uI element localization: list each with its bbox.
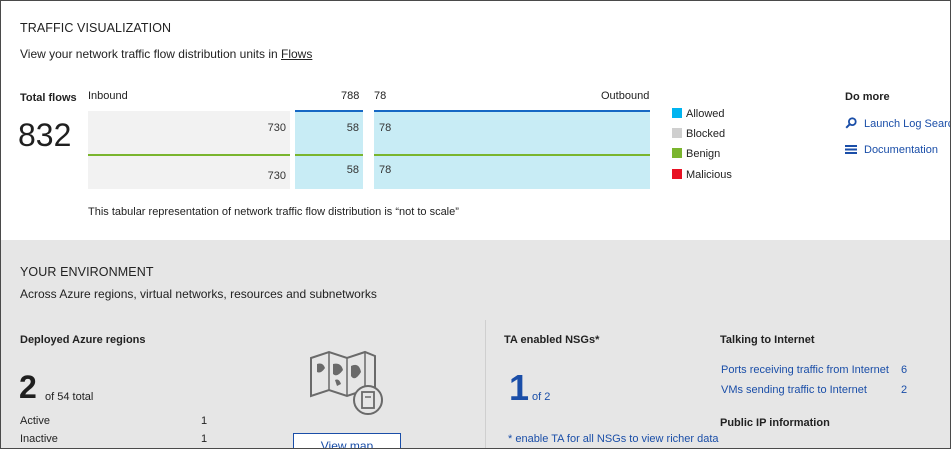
ta-nsgs-title: TA enabled NSGs*: [504, 334, 600, 346]
inbound-label: Inbound: [88, 90, 128, 102]
vms-sending-count[interactable]: 2: [901, 384, 907, 396]
launch-log-search-label: Launch Log Searc: [864, 118, 951, 131]
talking-to-internet-title: Talking to Internet: [720, 334, 815, 346]
inbound-blocked-bottom-cell: 730: [88, 156, 290, 189]
ta-nsgs-of-total[interactable]: of 2: [532, 391, 550, 403]
legend-label-benign: Benign: [686, 148, 721, 160]
your-environment-section: YOUR ENVIRONMENT Across Azure regions, v…: [1, 240, 950, 448]
list-icon: [845, 144, 858, 157]
not-to-scale-note: This tabular representation of network t…: [88, 206, 459, 218]
cell-value: 730: [267, 122, 286, 134]
cell-value: 58: [346, 164, 359, 176]
benign-divider-line: [88, 154, 290, 156]
do-more-title: Do more: [845, 91, 890, 103]
inbound-allowed-top-cell: 58: [295, 111, 363, 154]
benign-divider-line: [295, 154, 363, 156]
ports-receiving-link[interactable]: Ports receiving traffic from Internet: [721, 364, 889, 376]
section-divider: [485, 320, 486, 448]
legend-swatch-malicious: [672, 169, 682, 179]
outbound-total: 78: [374, 90, 387, 102]
view-map-button[interactable]: View map: [293, 433, 401, 448]
benign-divider-line: [374, 154, 650, 156]
outbound-allowed-top-cell: 78: [374, 111, 650, 154]
total-flows-label: Total flows: [20, 92, 77, 104]
traffic-analytics-panel: TRAFFIC VISUALIZATION View your network …: [0, 0, 951, 449]
deployed-regions-count: 2: [19, 369, 37, 405]
cell-value: 78: [379, 122, 392, 134]
world-map-icon: [309, 350, 387, 423]
cell-value: 78: [379, 164, 392, 176]
traffic-visualization-section: TRAFFIC VISUALIZATION View your network …: [1, 1, 950, 240]
section-title: TRAFFIC VISUALIZATION: [20, 21, 172, 35]
launch-log-search-link[interactable]: Launch Log Searc: [845, 117, 951, 132]
regions-active-value: 1: [201, 415, 208, 427]
flows-link[interactable]: Flows: [281, 47, 312, 61]
total-flows-value: 832: [18, 117, 72, 153]
ta-nsgs-note-link[interactable]: * enable TA for all NSGs to view richer …: [508, 433, 719, 445]
deployed-regions-title: Deployed Azure regions: [20, 334, 146, 346]
deployed-regions-of-total: of 54 total: [45, 391, 94, 403]
inbound-allowed-bottom-cell: 58: [295, 156, 363, 189]
section-subtitle: Across Azure regions, virtual networks, …: [20, 287, 377, 301]
allowed-border-line: [295, 110, 363, 112]
regions-inactive-value: 1: [201, 433, 208, 445]
cell-value: 730: [267, 170, 286, 182]
legend-label-blocked: Blocked: [686, 128, 726, 140]
outbound-allowed-bottom-cell: 78: [374, 156, 650, 189]
outbound-label: Outbound: [601, 90, 650, 102]
legend-swatch-blocked: [672, 128, 682, 138]
allowed-border-line: [374, 110, 650, 112]
regions-active-label: Active: [20, 415, 50, 427]
vms-sending-link[interactable]: VMs sending traffic to Internet: [721, 384, 867, 396]
legend-label-malicious: Malicious: [686, 169, 732, 181]
section-subtitle: View your network traffic flow distribut…: [20, 47, 312, 61]
inbound-blocked-top-cell: 730: [88, 111, 290, 154]
inbound-total: 788: [341, 90, 360, 102]
legend-swatch-benign: [672, 148, 682, 158]
ta-nsgs-count[interactable]: 1: [509, 367, 529, 409]
ports-receiving-count[interactable]: 6: [901, 364, 907, 376]
subtitle-text: View your network traffic flow distribut…: [20, 47, 278, 61]
legend-swatch-allowed: [672, 108, 682, 118]
section-title: YOUR ENVIRONMENT: [20, 265, 154, 279]
cell-value: 58: [346, 122, 359, 134]
regions-inactive-label: Inactive: [20, 433, 58, 445]
legend-label-allowed: Allowed: [686, 108, 725, 120]
documentation-link[interactable]: Documentation: [845, 144, 938, 157]
documentation-label: Documentation: [864, 144, 938, 157]
public-ip-title: Public IP information: [720, 417, 830, 429]
search-icon: [845, 117, 858, 132]
